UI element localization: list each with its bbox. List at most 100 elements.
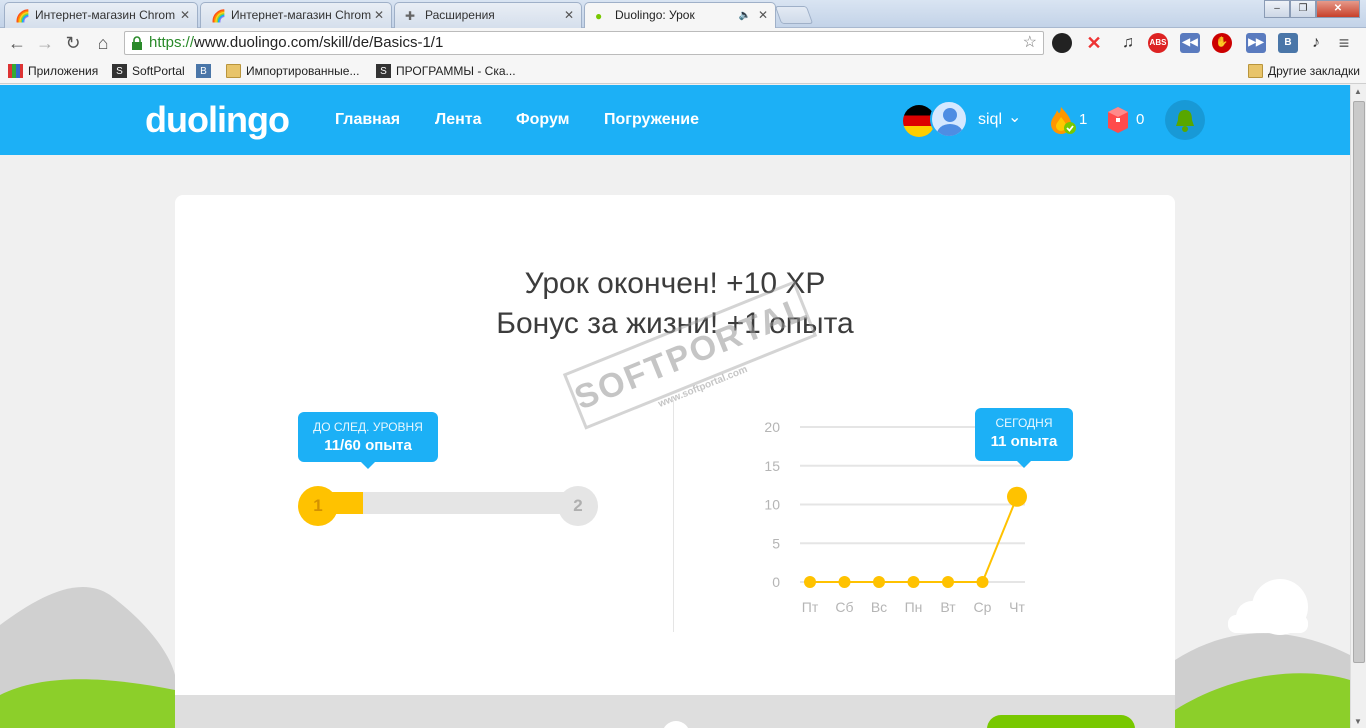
chrome-store-icon: 🌈 <box>211 9 226 23</box>
url-text: www.duolingo.com/skill/de/Basics-1/1 <box>194 34 444 51</box>
data-point <box>804 576 816 588</box>
home-button[interactable]: ⌂ <box>92 32 114 54</box>
bell-icon <box>1176 110 1194 132</box>
avatar-body <box>937 124 963 136</box>
close-icon[interactable]: ✕ <box>374 3 384 28</box>
puzzle-icon: ✚ <box>405 9 416 23</box>
folder-icon <box>226 64 241 78</box>
menu-icon[interactable]: ≡ <box>1334 33 1354 53</box>
scrollbar-thumb[interactable] <box>1353 101 1365 663</box>
scroll-up-icon[interactable]: ▲ <box>1354 87 1362 96</box>
today-data-point <box>1007 486 1027 507</box>
minimize-button[interactable]: – <box>1264 0 1290 18</box>
chrome-store-icon: 🌈 <box>15 9 30 23</box>
bookmark-other[interactable]: Другие закладки <box>1248 63 1360 79</box>
duolingo-owl-icon: ● <box>595 9 603 23</box>
lingot-count: 0 <box>1136 111 1145 128</box>
avatar[interactable] <box>930 100 968 138</box>
bookmark-vk[interactable]: B <box>196 63 212 79</box>
duolingo-logo[interactable]: duolingo <box>145 99 290 141</box>
notifications-button[interactable] <box>1165 100 1205 140</box>
continue-button[interactable] <box>987 715 1135 728</box>
tooltip-label: СЕГОДНЯ <box>995 416 1053 430</box>
x-tick-label: Пн <box>905 599 923 615</box>
y-tick-label: 15 <box>764 458 780 474</box>
reload-button[interactable]: ↻ <box>62 32 84 54</box>
y-tick-label: 5 <box>772 535 780 551</box>
music-extension-icon[interactable]: ♫ <box>1118 33 1138 53</box>
streak-flame-icon[interactable] <box>1047 105 1077 135</box>
window-controls: – ❐ ✕ <box>1264 0 1360 18</box>
tab-extensions[interactable]: ✚ Расширения ✕ <box>394 2 582 28</box>
section-divider <box>673 400 674 632</box>
data-point <box>942 576 954 588</box>
x-tick-label: Чт <box>1009 599 1025 615</box>
bookmark-softportal[interactable]: S SoftPortal <box>112 63 185 79</box>
tab-title: Интернет-магазин Chrom <box>35 8 176 22</box>
bookmark-programs[interactable]: S ПРОГРАММЫ - Ска... <box>376 63 516 79</box>
tab-title: Расширения <box>425 8 495 22</box>
next-level-tooltip: ДО СЛЕД. УРОВНЯ 11/60 опыта <box>298 412 438 469</box>
x-tick-label: Пт <box>802 599 819 615</box>
forward-button[interactable]: → <box>34 32 56 54</box>
music-note-icon[interactable]: ♪ <box>1306 33 1326 53</box>
speaker-icon: 🔈 <box>738 10 751 21</box>
back-button[interactable]: ← <box>6 32 28 54</box>
rewind-extension-icon[interactable]: ◀◀ <box>1180 33 1200 53</box>
x-tick-label: Сб <box>835 599 853 615</box>
bookmark-label: Другие закладки <box>1268 64 1360 78</box>
nav-home[interactable]: Главная <box>335 111 400 129</box>
new-tab-button[interactable] <box>774 6 814 24</box>
data-point <box>873 576 885 588</box>
data-point <box>907 576 920 588</box>
forward-extension-icon[interactable]: ▶▶ <box>1246 33 1266 53</box>
site-header: duolingo Главная Лента Форум Погружение … <box>0 85 1350 155</box>
tab-title: Duolingo: Урок <box>615 8 695 22</box>
username[interactable]: siql <box>978 111 1002 129</box>
extension-icon-2[interactable]: ✕ <box>1084 33 1104 53</box>
tab-chrome-store-2[interactable]: 🌈 Интернет-магазин Chrom ✕ <box>200 2 392 28</box>
close-icon[interactable]: ✕ <box>564 3 574 28</box>
current-level-badge: 1 <box>298 486 338 526</box>
vk-icon: B <box>196 64 211 78</box>
tab-strip: 🌈 Интернет-магазин Chrom ✕ 🌈 Интернет-ма… <box>0 0 1366 29</box>
bookmark-label: ПРОГРАММЫ - Ска... <box>396 64 516 78</box>
lingot-gem-icon[interactable] <box>1107 106 1129 134</box>
nav-forum[interactable]: Форум <box>516 111 570 129</box>
adblock-icon[interactable]: ✋ <box>1212 33 1232 53</box>
bookmark-imported[interactable]: Импортированные... <box>226 63 359 79</box>
bookmark-apps[interactable]: Приложения <box>8 63 98 79</box>
cloud <box>1228 579 1308 635</box>
streak-count: 1 <box>1079 111 1088 128</box>
x-tick-label: Вт <box>940 599 956 615</box>
lesson-complete-heading: Урок окончен! +10 XP <box>524 267 826 300</box>
data-point <box>838 576 851 588</box>
today-tooltip: СЕГОДНЯ 11 опыта <box>975 408 1073 468</box>
address-bar[interactable]: https://www.duolingo.com/skill/de/Basics… <box>124 31 1044 55</box>
abs-extension-icon[interactable]: ABS <box>1148 33 1168 53</box>
softportal-icon: S <box>112 64 127 78</box>
close-icon[interactable]: ✕ <box>180 3 190 28</box>
nav-feed[interactable]: Лента <box>435 111 482 129</box>
series-line-segment <box>981 496 1018 583</box>
y-tick-label: 20 <box>764 419 780 435</box>
close-window-button[interactable]: ✕ <box>1316 0 1360 18</box>
vk-icon[interactable]: B <box>1278 33 1298 53</box>
close-icon[interactable]: ✕ <box>758 3 768 28</box>
scroll-down-icon[interactable]: ▼ <box>1354 717 1362 726</box>
bookmark-label: SoftPortal <box>132 64 185 78</box>
y-tick-label: 10 <box>764 497 780 513</box>
page-scrollbar[interactable]: ▲ ▼ <box>1350 85 1366 728</box>
browser-toolbar: ← → ↻ ⌂ https://www.duolingo.com/skill/d… <box>0 28 1366 58</box>
bookmark-star-icon[interactable]: ☆ <box>1023 32 1037 54</box>
extension-icon-1[interactable] <box>1052 33 1072 53</box>
tab-chrome-store-1[interactable]: 🌈 Интернет-магазин Chrom ✕ <box>4 2 198 28</box>
avatar-head <box>943 108 957 122</box>
chevron-down-icon[interactable]: ⌄ <box>1008 107 1021 127</box>
tab-duolingo[interactable]: ● Duolingo: Урок 🔈 ✕ <box>584 2 776 29</box>
x-tick-label: Ср <box>974 599 992 615</box>
maximize-button[interactable]: ❐ <box>1290 0 1316 18</box>
apps-grid-icon <box>8 64 23 78</box>
bookmarks-bar: Приложения S SoftPortal B Импортированны… <box>0 58 1366 84</box>
nav-immersion[interactable]: Погружение <box>604 111 699 129</box>
